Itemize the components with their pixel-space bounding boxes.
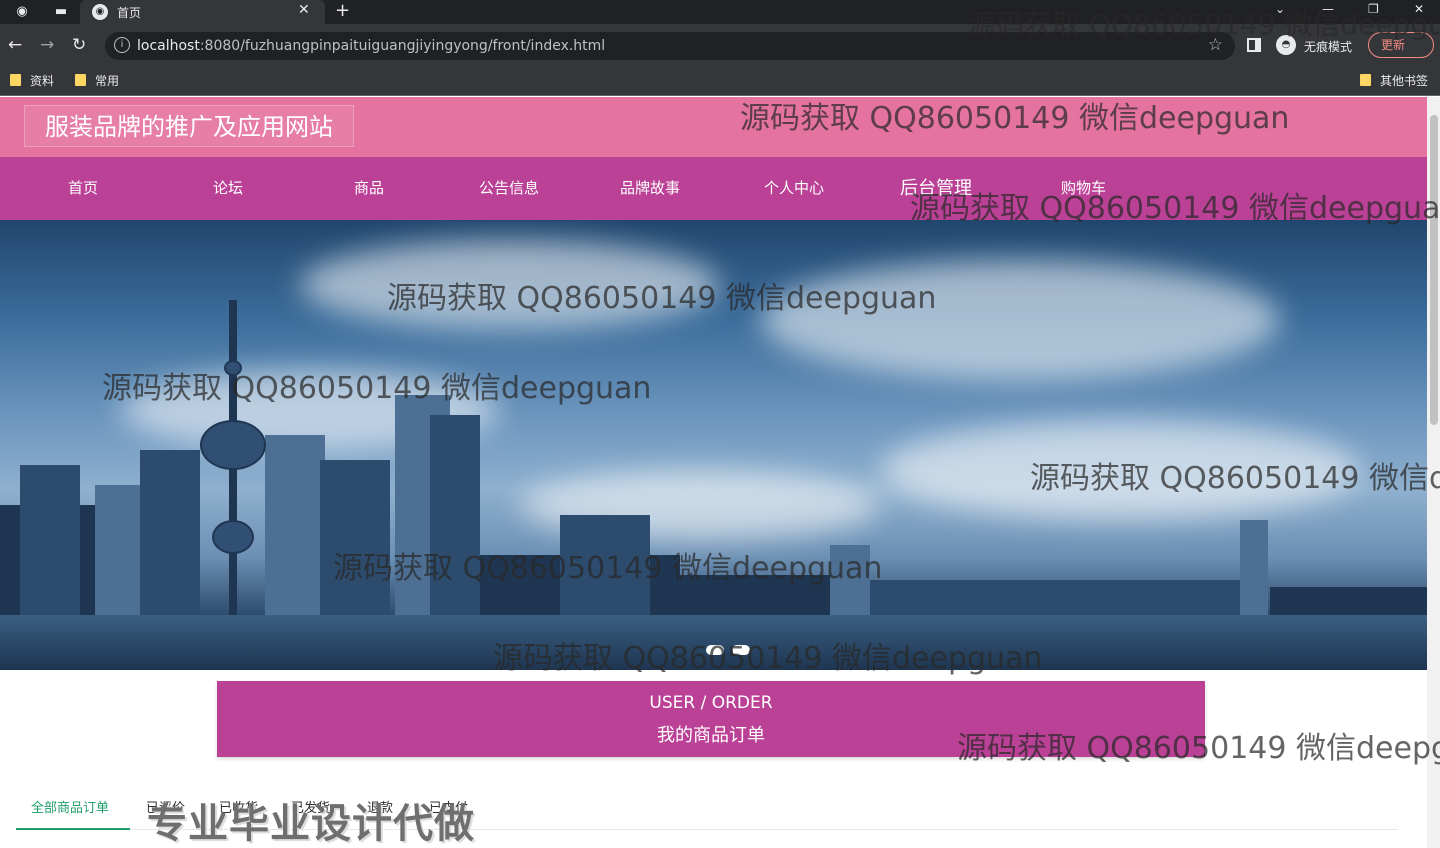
bookmark-folder[interactable]: 常用 <box>75 72 119 89</box>
globe-icon: ◉ <box>92 4 108 20</box>
site-nav: 首页 论坛 商品 公告信息 品牌故事 个人中心 后台管理 购物车 <box>0 157 1427 252</box>
nav-products[interactable]: 商品 <box>354 157 384 220</box>
nav-forum[interactable]: 论坛 <box>213 157 243 220</box>
nav-personal-center[interactable]: 个人中心 <box>764 157 824 220</box>
active-tab-indicator <box>16 828 130 830</box>
folder-icon <box>75 74 86 86</box>
browser-tab-bar: ◉ ▬ ◉ 首页 ✕ + ⌄ — ❐ ✕ <box>0 0 1440 24</box>
scrollbar-thumb[interactable] <box>1430 115 1438 425</box>
incognito-label: 无痕模式 <box>1304 40 1353 54</box>
bookmarks-bar: 资料 常用 其他书签 <box>0 66 1440 96</box>
page-scrollbar[interactable] <box>1427 97 1440 848</box>
incognito-icon[interactable]: ◓ <box>1276 35 1296 55</box>
other-bookmarks[interactable]: 其他书签 <box>1360 72 1428 89</box>
page-viewport: 服装品牌的推广及应用网站 首页 论坛 商品 公告信息 品牌故事 个人中心 后台管… <box>0 97 1427 848</box>
order-title-cn: 我的商品订单 <box>657 725 765 746</box>
info-icon[interactable]: i <box>114 37 130 53</box>
folder-icon <box>10 74 21 86</box>
nav-home[interactable]: 首页 <box>68 157 98 220</box>
close-window-button[interactable]: ✕ <box>1414 0 1424 18</box>
order-title-en: USER / ORDER <box>649 693 773 713</box>
browser-toolbar: ← → ↻ i localhost:8080/fuzhuangpinpaitui… <box>0 24 1440 66</box>
carousel-indicators <box>706 640 758 659</box>
screen: { "browser": { "tab_title": "首页", "url_h… <box>0 0 1440 848</box>
minimize-button[interactable]: — <box>1322 0 1334 18</box>
browser-tab-active[interactable]: ◉ 首页 ✕ <box>80 0 325 24</box>
tab-title: 首页 <box>117 6 142 20</box>
back-button[interactable]: ← <box>8 34 22 56</box>
nav-brand-story[interactable]: 品牌故事 <box>620 157 680 220</box>
update-button[interactable]: 更新 ⋮ <box>1368 32 1434 58</box>
bookmark-folder[interactable]: 资料 <box>10 72 54 89</box>
order-section-header: USER / ORDER 我的商品订单 <box>217 681 1205 757</box>
tab-all-orders[interactable]: 全部商品订单 <box>31 797 109 830</box>
star-icon[interactable]: ☆ <box>1208 35 1223 55</box>
side-panel-icon[interactable] <box>1247 38 1261 52</box>
nav-cart[interactable]: 购物车 <box>1061 157 1106 220</box>
nav-announcements[interactable]: 公告信息 <box>479 157 539 220</box>
close-icon[interactable]: ✕ <box>298 2 310 18</box>
url-text: localhost:8080/fuzhuangpinpaituiguangjiy… <box>137 38 606 54</box>
promo-watermark: 专业毕业设计代做 <box>147 801 475 847</box>
folder-icon <box>1360 74 1371 86</box>
nav-admin[interactable]: 后台管理 <box>900 157 972 220</box>
restore-button[interactable]: ❐ <box>1368 0 1379 18</box>
forward-button[interactable]: → <box>40 34 54 56</box>
chevron-down-icon[interactable]: ⌄ <box>1275 0 1285 18</box>
site-header: 服装品牌的推广及应用网站 <box>0 97 1427 157</box>
address-bar[interactable]: i localhost:8080/fuzhuangpinpaituiguangj… <box>105 32 1235 60</box>
carousel-dot[interactable] <box>706 645 724 655</box>
tab-list-icon[interactable]: ▬ <box>52 3 70 21</box>
site-title[interactable]: 服装品牌的推广及应用网站 <box>24 105 354 147</box>
reload-button[interactable]: ↻ <box>72 34 86 56</box>
carousel-dot[interactable] <box>732 645 750 655</box>
banner-carousel[interactable] <box>0 220 1427 670</box>
new-tab-button[interactable]: + <box>335 0 350 22</box>
globe-icon[interactable]: ◉ <box>13 3 31 21</box>
